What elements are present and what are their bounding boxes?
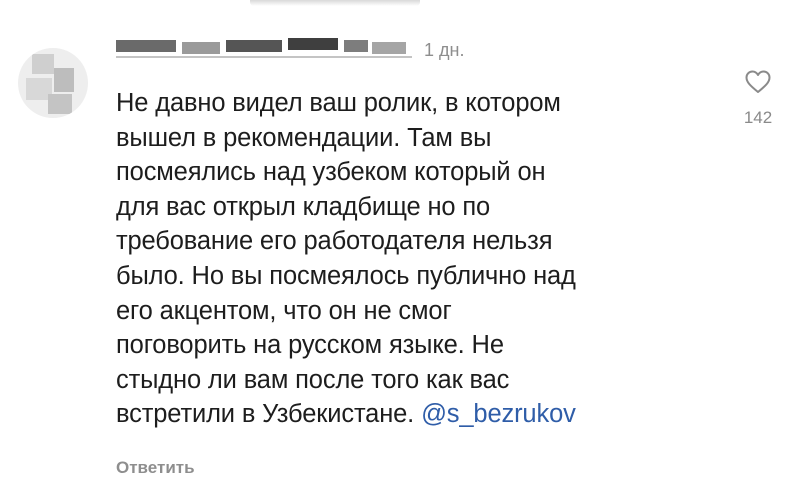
avatar-pixel	[54, 68, 74, 92]
like-count: 142	[743, 108, 773, 127]
avatar[interactable]	[18, 48, 88, 118]
mention-link[interactable]: @s_bezrukov	[421, 400, 576, 428]
redaction-block	[226, 40, 282, 52]
reply-button[interactable]: Ответить	[116, 458, 195, 478]
comment-text: Не давно видел ваш ролик, в котором выше…	[116, 86, 706, 432]
comment-line: было. Но вы посмеялось публично над	[116, 261, 576, 290]
comment-timestamp: 1 дн.	[424, 40, 465, 60]
username-baseline	[116, 56, 412, 58]
avatar-pixel	[48, 94, 72, 114]
comment-line-text: встретили в Узбекистане.	[116, 400, 422, 429]
redaction-block	[182, 42, 220, 54]
comment-line: требование его работодателя нельзя	[116, 227, 553, 256]
avatar-pixel	[32, 54, 54, 74]
redaction-block	[344, 40, 368, 52]
comment-line: посмеялись над узбеком который он	[116, 158, 546, 187]
comment-line: его акцентом, что он не смог	[116, 296, 452, 325]
redaction-block	[372, 42, 406, 54]
like-control[interactable]: 142	[736, 70, 780, 128]
redaction-block	[288, 38, 338, 50]
username-redacted[interactable]	[116, 36, 416, 62]
comment-line: для вас открыл кладбище но по	[116, 192, 491, 221]
comment-line-last: встретили в Узбекистане. @s_bezrukov	[116, 397, 706, 432]
comment-line: Не давно видел ваш ролик, в котором	[116, 89, 561, 117]
comment-line: стыдно ли вам после того как вас	[116, 365, 510, 394]
comment-line: вышел в рекомендации. Там вы	[116, 123, 492, 152]
redaction-block	[116, 40, 176, 52]
heart-outline-icon[interactable]	[745, 70, 771, 94]
comment-line: поговорить на русском языке. Не	[116, 331, 504, 360]
previous-item-edge	[250, 0, 420, 6]
